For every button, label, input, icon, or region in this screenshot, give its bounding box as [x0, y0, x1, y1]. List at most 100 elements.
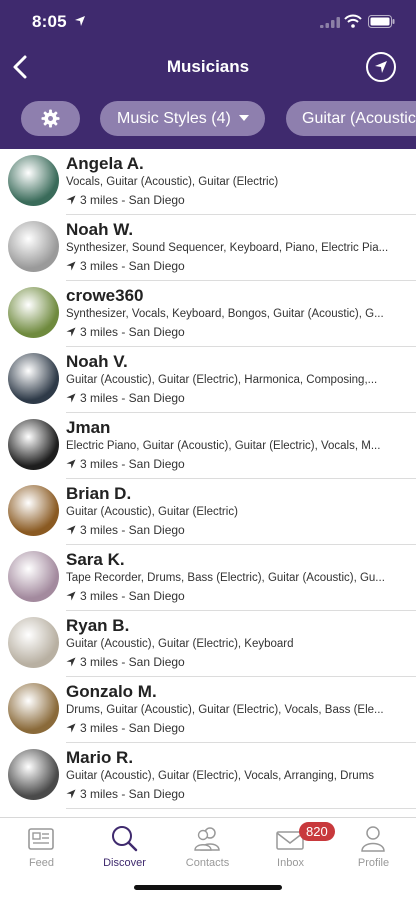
avatar: [8, 551, 59, 602]
musician-row[interactable]: Sara K. Tape Recorder, Drums, Bass (Elec…: [0, 545, 416, 611]
musician-name: Brian D.: [66, 484, 132, 503]
musician-distance: 3 miles - San Diego: [66, 193, 185, 207]
avatar: [8, 749, 59, 800]
distance-text: 3 miles - San Diego: [80, 457, 185, 471]
musician-row[interactable]: crowe360 Synthesizer, Vocals, Keyboard, …: [0, 281, 416, 347]
wifi-icon: [344, 14, 362, 28]
musician-instruments: Guitar (Acoustic), Guitar (Electric), Ke…: [66, 638, 294, 650]
distance-text: 3 miles - San Diego: [80, 325, 185, 339]
location-arrow-icon: [66, 195, 76, 205]
location-arrow-icon: [66, 591, 76, 601]
musician-name: Jman: [66, 418, 111, 437]
location-arrow-icon: [66, 459, 76, 469]
header-area: 8:05 Musicians Music Styles (4) Guitar (…: [0, 0, 416, 149]
musician-name: Gonzalo M.: [66, 682, 157, 701]
caret-down-icon: [238, 114, 249, 121]
musician-row[interactable]: Noah W. Synthesizer, Sound Sequencer, Ke…: [0, 215, 416, 281]
tab-discover[interactable]: Discover: [83, 822, 166, 869]
musician-distance: 3 miles - San Diego: [66, 259, 185, 273]
distance-text: 3 miles - San Diego: [80, 193, 185, 207]
tab-label: Discover: [103, 857, 146, 869]
musician-instruments: Guitar (Acoustic), Guitar (Electric), Ha…: [66, 374, 378, 386]
musician-distance: 3 miles - San Diego: [66, 391, 185, 405]
avatar: [8, 287, 59, 338]
musician-name: Sara K.: [66, 550, 125, 569]
tab-feed[interactable]: Feed: [0, 822, 83, 869]
filter-settings-button[interactable]: [21, 101, 80, 136]
cellular-signal-icon: [320, 17, 340, 28]
tab-label: Inbox: [277, 857, 304, 869]
page-title: Musicians: [166, 57, 250, 76]
musician-distance: 3 miles - San Diego: [66, 589, 185, 603]
musician-row[interactable]: Ryan B. Guitar (Acoustic), Guitar (Elect…: [0, 611, 416, 677]
musician-name: Ryan B.: [66, 616, 130, 635]
people-icon: [194, 827, 220, 851]
musician-name: Mario R.: [66, 748, 134, 767]
newspaper-icon: [28, 828, 54, 850]
inbox-unread-badge: 820: [299, 822, 335, 841]
musician-distance: 3 miles - San Diego: [66, 325, 185, 339]
distance-text: 3 miles - San Diego: [80, 655, 185, 669]
location-arrow-icon: [66, 393, 76, 403]
musician-instruments: Drums, Guitar (Acoustic), Guitar (Electr…: [66, 704, 384, 716]
distance-text: 3 miles - San Diego: [80, 589, 185, 603]
musician-name: Angela A.: [66, 154, 144, 173]
filter-chips: Music Styles (4) Guitar (Acoustic: [0, 101, 416, 136]
tab-inbox[interactable]: 820 Inbox: [249, 822, 335, 869]
status-bar: 8:05: [0, 0, 416, 44]
navigation-arrow-icon: [375, 61, 387, 73]
tab-label: Profile: [357, 857, 390, 869]
musician-name: crowe360: [66, 286, 144, 305]
musician-row[interactable]: Angela A. Vocals, Guitar (Acoustic), Gui…: [0, 149, 416, 215]
distance-text: 3 miles - San Diego: [80, 721, 185, 735]
tab-label: Feed: [28, 857, 55, 869]
status-time: 8:05: [32, 12, 67, 31]
musician-instruments: Vocals, Guitar (Acoustic), Guitar (Elect…: [66, 176, 279, 188]
magnifier-icon: [112, 826, 138, 852]
musician-name: Noah V.: [66, 352, 128, 371]
home-indicator: [134, 885, 282, 890]
musician-row[interactable]: Mario R. Guitar (Acoustic), Guitar (Elec…: [0, 743, 416, 809]
musician-list: Angela A. Vocals, Guitar (Acoustic), Gui…: [0, 149, 416, 817]
music-styles-filter[interactable]: Music Styles (4): [100, 101, 265, 136]
tab-label: Contacts: [185, 857, 230, 869]
musician-instruments: Guitar (Acoustic), Guitar (Electric), Vo…: [66, 770, 375, 782]
location-arrow-icon: [66, 261, 76, 271]
musician-instruments: Guitar (Acoustic), Guitar (Electric): [66, 506, 238, 518]
avatar: [8, 221, 59, 272]
gear-icon: [41, 109, 60, 128]
distance-text: 3 miles - San Diego: [80, 787, 185, 801]
musician-name: Noah W.: [66, 220, 134, 239]
musician-distance: 3 miles - San Diego: [66, 457, 185, 471]
musician-row[interactable]: Gonzalo M. Drums, Guitar (Acoustic), Gui…: [0, 677, 416, 743]
avatar: [8, 419, 59, 470]
tab-contacts[interactable]: Contacts: [166, 822, 249, 869]
location-arrow-icon: [66, 327, 76, 337]
distance-text: 3 miles - San Diego: [80, 523, 185, 537]
musician-distance: 3 miles - San Diego: [66, 523, 185, 537]
musician-instruments: Synthesizer, Vocals, Keyboard, Bongos, G…: [66, 308, 384, 320]
musician-row[interactable]: Brian D. Guitar (Acoustic), Guitar (Elec…: [0, 479, 416, 545]
musician-instruments: Electric Piano, Guitar (Acoustic), Guita…: [66, 440, 381, 452]
nearby-location-button[interactable]: [366, 52, 396, 82]
battery-icon: [368, 15, 395, 28]
location-arrow-icon: [66, 657, 76, 667]
instrument-filter[interactable]: Guitar (Acoustic: [286, 101, 416, 136]
avatar: [8, 683, 59, 734]
avatar: [8, 155, 59, 206]
musician-row[interactable]: Noah V. Guitar (Acoustic), Guitar (Elect…: [0, 347, 416, 413]
distance-text: 3 miles - San Diego: [80, 391, 185, 405]
location-arrow-icon: [66, 789, 76, 799]
musician-instruments: Synthesizer, Sound Sequencer, Keyboard, …: [66, 242, 389, 254]
avatar: [8, 617, 59, 668]
instrument-filter-label: Guitar (Acoustic: [302, 110, 416, 127]
distance-text: 3 miles - San Diego: [80, 259, 185, 273]
musician-row[interactable]: Jman Electric Piano, Guitar (Acoustic), …: [0, 413, 416, 479]
location-arrow-icon: [66, 525, 76, 535]
avatar: [8, 485, 59, 536]
navigation-bar: Musicians: [0, 44, 416, 92]
musician-distance: 3 miles - San Diego: [66, 655, 185, 669]
tab-profile[interactable]: Profile: [332, 822, 415, 869]
musician-distance: 3 miles - San Diego: [66, 721, 185, 735]
avatar: [8, 353, 59, 404]
